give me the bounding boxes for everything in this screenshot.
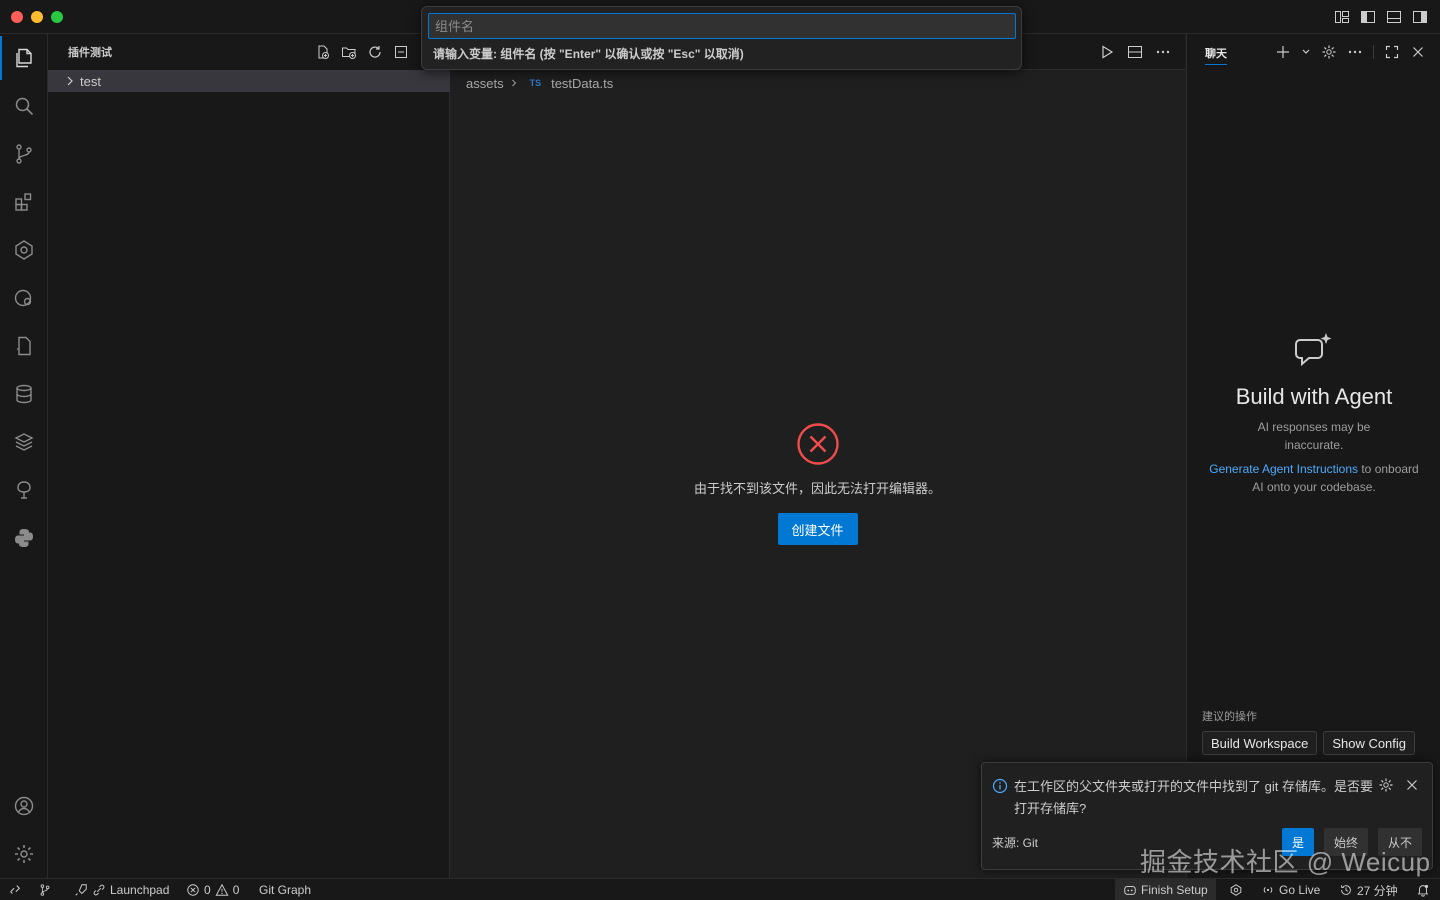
quick-input-widget: 请输入变量: 组件名 (按 "Enter" 以确认或按 "Esc" 以取消) <box>421 6 1022 70</box>
git-branch-icon[interactable] <box>38 879 52 900</box>
copilot-icon <box>1124 886 1136 895</box>
time-tracker-item[interactable]: 27 分钟 <box>1339 879 1398 900</box>
show-config-button[interactable]: Show Config <box>1323 731 1416 755</box>
problems-item[interactable]: 0 0 <box>186 879 239 900</box>
refresh-icon[interactable] <box>367 44 383 60</box>
chat-tab[interactable]: 聊天 <box>1205 45 1227 65</box>
build-workspace-button[interactable]: Build Workspace <box>1202 731 1318 755</box>
customize-layout-icon[interactable] <box>1334 9 1350 25</box>
go-live-label: Go Live <box>1279 883 1321 897</box>
breadcrumb: assets TS testData.ts <box>466 72 613 94</box>
minimize-window-button[interactable] <box>31 11 43 23</box>
run-icon[interactable] <box>1099 44 1115 60</box>
agent-title: Build with Agent <box>1235 384 1393 409</box>
quick-input-hint: 请输入变量: 组件名 (按 "Enter" 以确认或按 "Esc" 以取消) <box>433 47 744 61</box>
more-actions-icon[interactable] <box>1155 44 1171 60</box>
more-actions-icon[interactable] <box>1347 44 1363 60</box>
new-folder-icon[interactable] <box>341 44 357 60</box>
settings-gear-icon[interactable] <box>0 832 48 876</box>
agent-description: Generate Agent Instructions to onboard A… <box>1209 460 1419 496</box>
launchpad-item[interactable]: Launchpad <box>74 879 169 900</box>
warning-icon <box>215 883 229 896</box>
agent-welcome: Build with Agent AI responses may be ina… <box>1187 330 1440 496</box>
close-icon[interactable] <box>1410 44 1426 60</box>
rocket-icon <box>75 884 87 896</box>
notification-message: 在工作区的父文件夹或打开的文件中找到了 git 存储库。是否要打开存储库? <box>1014 779 1373 816</box>
chevron-right-icon <box>67 76 73 86</box>
maximize-window-button[interactable] <box>51 11 63 23</box>
divider <box>1373 45 1374 59</box>
error-message: 由于找不到该文件，因此无法打开编辑器。 <box>693 481 941 496</box>
toggle-secondary-sidebar-icon[interactable] <box>1412 9 1428 25</box>
launchpad-label: Launchpad <box>110 883 170 897</box>
account-icon[interactable] <box>0 784 48 828</box>
finish-setup-item[interactable]: Finish Setup <box>1115 879 1216 900</box>
document-icon[interactable] <box>0 324 48 368</box>
agent-subtitle: AI responses may be inaccurate. <box>1257 420 1371 452</box>
activity-bar <box>0 34 48 878</box>
watermark: 掘金技术社区 @ Weicup <box>1140 847 1431 877</box>
warning-count: 0 <box>232 883 240 897</box>
suggested-actions-label: 建议的操作 <box>1202 711 1257 723</box>
broadcast-icon <box>1263 887 1273 893</box>
remote-explorer-icon[interactable] <box>0 276 48 320</box>
status-bar: Launchpad 0 0 Git Graph Finish Setup Go … <box>0 878 1440 900</box>
new-file-icon[interactable] <box>315 44 331 60</box>
chat-sparkle-icon <box>1295 333 1332 367</box>
info-icon <box>992 778 1008 794</box>
chat-panel: 聊天 Build with Agent AI responses may be … <box>1186 34 1440 878</box>
split-editor-icon[interactable] <box>1127 44 1143 60</box>
notification-source: 来源: Git <box>992 836 1039 850</box>
quick-input-field[interactable] <box>428 13 1016 39</box>
create-file-button[interactable]: 创建文件 <box>777 513 858 545</box>
explorer-sidebar: 插件测试 test <box>48 34 450 878</box>
database-icon[interactable] <box>0 372 48 416</box>
time-label: 27 分钟 <box>1357 883 1398 898</box>
collapse-all-icon[interactable] <box>393 44 409 60</box>
tree-item-label: test <box>80 73 101 89</box>
maximize-icon[interactable] <box>1384 44 1400 60</box>
toggle-primary-sidebar-icon[interactable] <box>1360 9 1376 25</box>
source-control-icon[interactable] <box>0 132 48 176</box>
editor-area: assets TS testData.ts 由于找不到该文件，因此无法打开编辑器… <box>450 34 1185 878</box>
gear-icon[interactable] <box>1378 777 1394 793</box>
layers-icon[interactable] <box>0 420 48 464</box>
gitlens-icon[interactable] <box>0 228 48 272</box>
gear-icon[interactable] <box>1321 44 1337 60</box>
link-icon <box>93 884 105 896</box>
gitlens-status-icon[interactable] <box>1229 879 1243 900</box>
python-icon[interactable] <box>0 516 48 560</box>
remote-indicator-icon[interactable] <box>8 879 22 900</box>
editor-error-placeholder: 由于找不到该文件，因此无法打开编辑器。 创建文件 <box>450 422 1185 545</box>
notifications-bell-icon[interactable] <box>1416 879 1430 900</box>
generate-instructions-link[interactable]: Generate Agent Instructions <box>1209 462 1358 476</box>
history-icon <box>1341 885 1351 895</box>
close-window-button[interactable] <box>11 11 23 23</box>
error-count: 0 <box>204 883 211 897</box>
tree-icon[interactable] <box>0 468 48 512</box>
search-icon[interactable] <box>0 84 48 128</box>
chevron-down-icon[interactable] <box>1301 44 1311 60</box>
tree-item-test[interactable]: test <box>48 70 450 92</box>
breadcrumb-file[interactable]: testData.ts <box>551 76 613 91</box>
typescript-file-icon: TS <box>529 78 542 88</box>
error-icon <box>796 423 839 465</box>
toggle-panel-icon[interactable] <box>1386 9 1402 25</box>
explorer-icon[interactable] <box>0 36 48 80</box>
error-circle-icon <box>187 884 199 896</box>
go-live-item[interactable]: Go Live <box>1261 879 1320 900</box>
chevron-right-icon <box>511 79 516 87</box>
close-icon[interactable] <box>1404 777 1420 793</box>
extensions-icon[interactable] <box>0 180 48 224</box>
chat-header: 聊天 <box>1187 34 1440 70</box>
finish-setup-label: Finish Setup <box>1141 883 1208 897</box>
new-chat-icon[interactable] <box>1275 44 1291 60</box>
git-graph-item[interactable]: Git Graph <box>259 879 311 900</box>
breadcrumb-folder[interactable]: assets <box>466 76 504 91</box>
